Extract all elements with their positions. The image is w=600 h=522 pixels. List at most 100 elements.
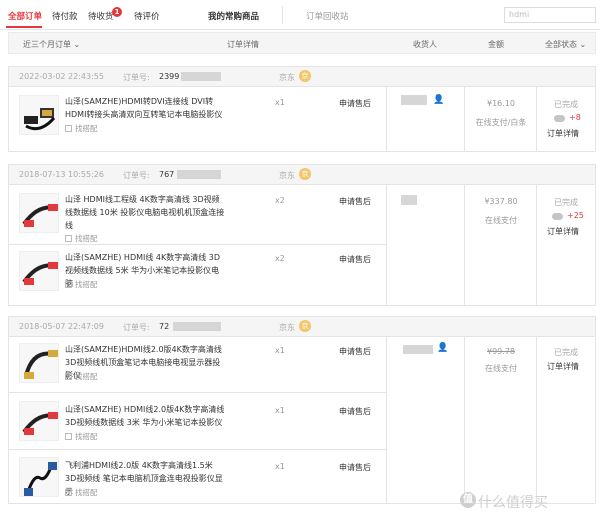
watermark-logo: 值	[460, 492, 476, 508]
active-tab-underline	[6, 26, 42, 28]
cable-image-icon	[24, 462, 57, 496]
column-divider	[464, 185, 465, 305]
find-match-label: 找搭配	[75, 124, 98, 133]
tab-recycle-bin[interactable]: 订单回收站	[306, 10, 349, 22]
period-filter-label: 近三个月订单	[23, 40, 71, 49]
tab-pending-payment[interactable]: 待付款	[52, 10, 78, 22]
after-sales-link[interactable]: 申请售后	[339, 406, 371, 417]
status-filter-dropdown[interactable]: 全部状态 ⌄	[545, 39, 586, 50]
payment-method: 在线支付/白条	[475, 118, 527, 127]
after-sales-link[interactable]: 申请售后	[339, 462, 371, 473]
find-match-link[interactable]: 找搭配	[65, 487, 98, 498]
order-card: 2018-07-13 10:55:26 订单号: 767 京东 京 山泽 HDM…	[8, 164, 596, 306]
order-header: 2018-05-07 22:47:09 订单号: 72 京东 京	[9, 317, 595, 337]
after-sales-link[interactable]: 申请售后	[339, 98, 371, 109]
order-tabs: 全部订单 待付款 待收货 1 待评价 我的常购商品 订单回收站 hdmi	[0, 0, 600, 30]
product-name[interactable]: 山泽(SAMZHE)HDMI转DVI连接线 DVI转HDMI转接头高清双向互转笔…	[65, 95, 225, 121]
column-divider	[464, 87, 465, 151]
product-thumbnail[interactable]	[19, 457, 59, 497]
status-filter-label: 全部状态	[545, 40, 577, 49]
order-card: 2018-05-07 22:47:09 订单号: 72 京东 京 山泽(SAMZ…	[8, 316, 596, 504]
product-thumbnail[interactable]	[19, 251, 59, 291]
order-table-header: 近三个月订单 ⌄ 订单详情 收货人 金额 全部状态 ⌄	[8, 32, 596, 54]
tab-all-orders[interactable]: 全部订单	[8, 10, 42, 22]
order-number-label: 订单号:	[123, 73, 150, 82]
item-quantity: x1	[275, 406, 285, 415]
tab-frequent-products[interactable]: 我的常购商品	[208, 10, 259, 22]
order-header: 2022-03-02 22:43:55 订单号: 2399 京东 京	[9, 67, 595, 87]
tab-pending-review[interactable]: 待评价	[134, 10, 160, 22]
find-match-label: 找搭配	[75, 280, 98, 289]
item-divider	[9, 244, 386, 245]
person-icon[interactable]: 👤	[437, 343, 448, 353]
shop-name[interactable]: 京东	[279, 170, 295, 181]
product-name[interactable]: 山泽(SAMZHE) HDMI线2.0版4K数字高清线3D视频线数据线 3米 华…	[65, 403, 225, 429]
find-match-label: 找搭配	[75, 432, 98, 441]
shop-chat-icon[interactable]: 京	[299, 168, 311, 180]
payment-method: 在线支付	[485, 216, 517, 225]
redacted-order-number	[173, 322, 221, 331]
redacted-order-number	[181, 72, 221, 81]
order-number-label: 订单号:	[123, 171, 150, 180]
order-card: 2022-03-02 22:43:55 订单号: 2399 京东 京 山泽(SA…	[8, 66, 596, 152]
order-search-input[interactable]: hdmi	[504, 7, 596, 23]
shop-chat-icon[interactable]: 京	[299, 70, 311, 82]
tab-divider	[282, 6, 283, 24]
payment-method: 在线支付	[485, 364, 517, 373]
find-match-link[interactable]: 找搭配	[65, 431, 98, 442]
cloud-points-icon	[554, 115, 565, 122]
product-thumbnail[interactable]	[19, 401, 59, 441]
product-thumbnail[interactable]	[19, 95, 59, 135]
redacted-order-number	[177, 170, 221, 179]
order-date: 2018-05-07 22:47:09	[19, 322, 104, 331]
cable-image-icon	[22, 262, 58, 285]
match-icon	[65, 489, 72, 496]
find-match-link[interactable]: 找搭配	[65, 233, 98, 244]
jd-points: +8	[569, 113, 581, 122]
order-detail-link[interactable]: 订单详情	[547, 361, 579, 372]
shop-name[interactable]: 京东	[279, 322, 295, 333]
item-quantity: x2	[275, 254, 285, 263]
period-filter-dropdown[interactable]: 近三个月订单 ⌄	[23, 39, 80, 50]
order-amount: ¥16.10	[487, 99, 515, 108]
column-divider	[536, 337, 537, 503]
shop-chat-icon[interactable]: 京	[299, 320, 311, 332]
product-name[interactable]: 山泽 HDMI线工程级 4K数字高清线 3D视频线数据线 10米 投影仪电脑电视…	[65, 193, 225, 232]
person-icon[interactable]: 👤	[433, 95, 444, 105]
product-thumbnail[interactable]	[19, 343, 59, 383]
amount-column-header: 金额	[488, 40, 504, 49]
cable-image-icon	[24, 108, 56, 131]
item-quantity: x1	[275, 346, 285, 355]
cable-image-icon	[24, 350, 58, 379]
cloud-points-icon	[552, 213, 563, 220]
find-match-label: 找搭配	[75, 234, 98, 243]
after-sales-link[interactable]: 申请售后	[339, 196, 371, 207]
product-thumbnail[interactable]	[19, 193, 59, 233]
order-status: 已完成	[554, 348, 578, 357]
item-quantity: x2	[275, 196, 285, 205]
match-icon	[65, 281, 72, 288]
order-date: 2022-03-02 22:43:55	[19, 72, 104, 81]
order-number[interactable]: 2399	[159, 72, 179, 81]
order-number[interactable]: 72	[159, 322, 169, 331]
find-match-label: 找搭配	[75, 372, 98, 381]
order-date: 2018-07-13 10:55:26	[19, 170, 104, 179]
item-divider	[9, 449, 386, 450]
order-detail-link[interactable]: 订单详情	[547, 226, 579, 237]
order-number[interactable]: 767	[159, 170, 174, 179]
redacted-receiver	[403, 345, 433, 354]
column-divider	[536, 185, 537, 305]
after-sales-link[interactable]: 申请售后	[339, 346, 371, 357]
shop-name[interactable]: 京东	[279, 72, 295, 83]
order-detail-link[interactable]: 订单详情	[547, 128, 579, 139]
item-quantity: x1	[275, 462, 285, 471]
order-number-label: 订单号:	[123, 323, 150, 332]
chevron-down-icon: ⌄	[579, 40, 587, 49]
tab-pending-receipt[interactable]: 待收货	[88, 10, 114, 22]
column-divider	[464, 337, 465, 503]
find-match-link[interactable]: 找搭配	[65, 123, 98, 134]
find-match-link[interactable]: 找搭配	[65, 279, 98, 290]
cable-image-icon	[22, 204, 58, 227]
find-match-link[interactable]: 找搭配	[65, 371, 98, 382]
after-sales-link[interactable]: 申请售后	[339, 254, 371, 265]
